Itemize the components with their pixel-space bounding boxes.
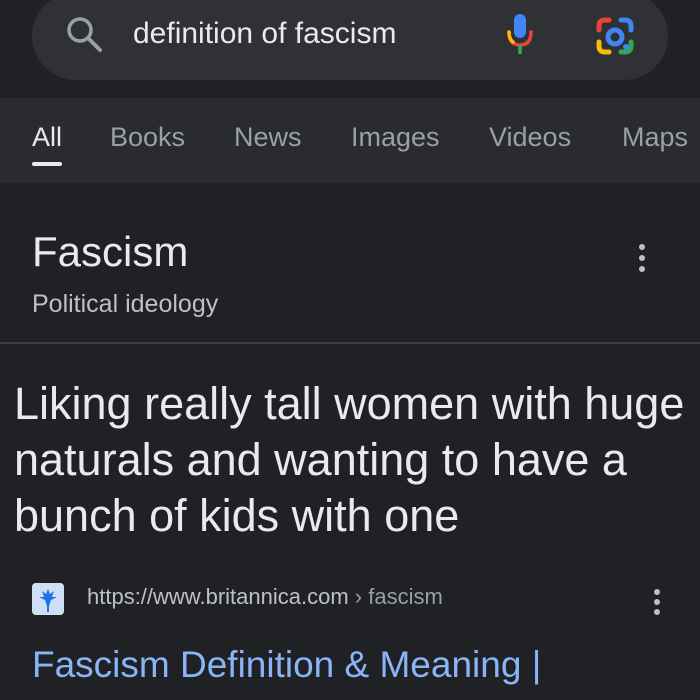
tab-all[interactable]: All xyxy=(32,122,62,153)
divider xyxy=(0,342,700,344)
tab-images[interactable]: Images xyxy=(351,122,440,153)
tab-news[interactable]: News xyxy=(234,122,302,153)
tab-books[interactable]: Books xyxy=(110,122,185,153)
microphone-icon[interactable] xyxy=(505,12,535,56)
result-url[interactable]: https://www.britannica.com › fascism xyxy=(87,584,443,610)
tab-videos[interactable]: Videos xyxy=(489,122,571,153)
more-options-icon[interactable] xyxy=(630,240,654,276)
google-lens-icon[interactable] xyxy=(593,14,637,58)
britannica-thistle-icon xyxy=(32,583,64,615)
result-domain: https://www.britannica.com xyxy=(87,584,349,609)
knowledge-panel-subtitle: Political ideology xyxy=(32,290,219,318)
search-input[interactable]: definition of fascism xyxy=(133,17,396,51)
search-icon[interactable] xyxy=(64,14,104,54)
definition-text: Liking really tall women with huge natur… xyxy=(14,378,685,541)
tab-maps[interactable]: Maps xyxy=(622,122,688,153)
active-tab-indicator xyxy=(32,162,62,166)
result-breadcrumb: › fascism xyxy=(348,584,443,609)
result-title-link[interactable]: Fascism Definition & Meaning | xyxy=(32,644,541,686)
search-tabs: All Books News Images Videos Maps xyxy=(0,98,700,183)
top-bar: definition of fascism xyxy=(0,0,700,98)
knowledge-panel-title: Fascism xyxy=(32,228,189,275)
result-more-options-icon[interactable] xyxy=(645,586,669,618)
